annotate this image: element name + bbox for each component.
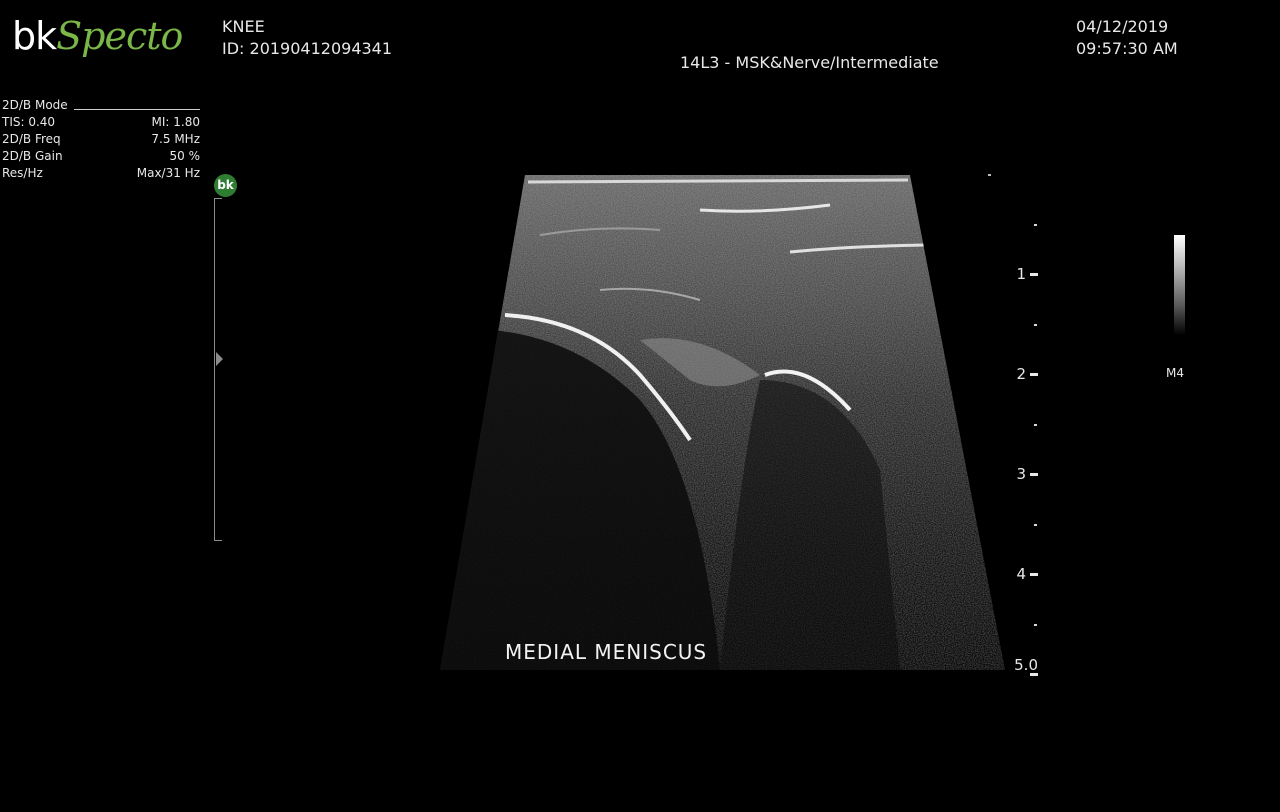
depth-tick-minor [1034,624,1037,626]
image-annotation[interactable]: MEDIAL MENISCUS [505,640,707,664]
depth-label-max: 5.0 [1014,656,1038,674]
depth-tick-major [1030,373,1038,376]
depth-tick-top [988,174,991,176]
depth-label-3: 3 [1016,465,1026,483]
depth-tick-major [1030,573,1038,576]
depth-tick-major [1030,673,1038,676]
depth-tick-minor [1034,324,1037,326]
depth-tick-minor [1034,224,1037,226]
depth-tick-minor [1034,424,1037,426]
depth-tick-major [1030,273,1038,276]
grayscale-map-bar [1174,235,1185,335]
depth-label-4: 4 [1016,565,1026,583]
depth-label-2: 2 [1016,365,1026,383]
depth-tick-minor [1034,524,1037,526]
grayscale-map-label: M4 [1166,366,1184,380]
depth-label-1: 1 [1016,265,1026,283]
depth-tick-major [1030,473,1038,476]
ultrasound-image[interactable] [0,0,1280,812]
